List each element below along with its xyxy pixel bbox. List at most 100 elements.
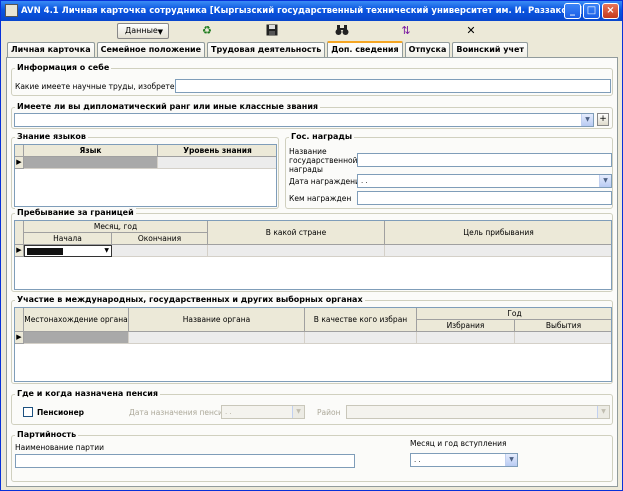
- maximize-button[interactable]: □: [583, 3, 600, 19]
- tab-panel: Информация о себе Какие имеете научные т…: [6, 57, 618, 487]
- col-language[interactable]: Язык: [24, 145, 158, 157]
- pensioner-label: Пенсионер: [37, 408, 85, 417]
- row-indicator-icon: ▶: [15, 245, 24, 257]
- tab-additional-info[interactable]: Доп. сведения: [327, 41, 403, 58]
- location-cell[interactable]: [24, 332, 129, 344]
- award-date-label: Дата награждения: [289, 177, 365, 186]
- languages-title: Знание языков: [15, 132, 88, 141]
- bodies-group: Участие в международных, государственных…: [11, 295, 613, 384]
- close-icon[interactable]: ✕: [464, 24, 478, 38]
- app-icon: [5, 4, 18, 17]
- abroad-group: Пребывание за границей Месяц, год Начала…: [11, 208, 613, 292]
- title-bar: AVN 4.1 Личная карточка сотрудника [Кырг…: [1, 1, 622, 21]
- col-retired[interactable]: Выбытия: [515, 320, 611, 332]
- rank-group: Имеете ли вы дипломатический ранг или ин…: [11, 102, 613, 129]
- body-name-cell[interactable]: [129, 332, 305, 344]
- grid-corner: [15, 145, 24, 157]
- party-group: Партийность Наименование партии Месяц и …: [11, 430, 613, 482]
- binoculars-icon[interactable]: [335, 24, 349, 38]
- chevron-down-icon[interactable]: ▼: [505, 454, 517, 466]
- awards-title: Гос. награды: [289, 132, 355, 141]
- purpose-cell[interactable]: [385, 245, 611, 257]
- col-end[interactable]: Окончания: [112, 233, 208, 245]
- grid-corner: [15, 221, 24, 245]
- chevron-down-icon[interactable]: ▼: [292, 406, 304, 418]
- district-select[interactable]: ▼: [346, 405, 610, 419]
- start-date-picker[interactable]: ▼: [24, 245, 112, 257]
- award-date-value: . .: [361, 177, 368, 185]
- award-date-picker[interactable]: . . ▼: [357, 174, 612, 188]
- awarded-by-label: Кем награжден: [289, 194, 352, 203]
- tab-military-record[interactable]: Воинский учет: [452, 42, 529, 57]
- col-country[interactable]: В какой стране: [208, 221, 385, 245]
- languages-grid[interactable]: Язык Уровень знания ▶: [14, 144, 277, 207]
- chevron-down-icon[interactable]: ▼: [104, 246, 109, 256]
- party-title: Партийность: [15, 430, 79, 439]
- award-name-label: Название государственной награды: [289, 147, 358, 174]
- retired-cell[interactable]: [515, 332, 611, 344]
- col-body-name[interactable]: Название органа: [129, 308, 305, 332]
- col-role[interactable]: В качестве кого избран: [305, 308, 417, 332]
- chevron-down-icon[interactable]: ▼: [597, 406, 609, 418]
- pension-date-value: . .: [225, 408, 232, 416]
- tab-family-status[interactable]: Семейное положение: [96, 42, 206, 57]
- toolbar: Данные ▼ ♻ ⇅ ✕: [1, 21, 622, 43]
- chevron-down-icon[interactable]: ▼: [599, 175, 611, 187]
- window-title: AVN 4.1 Личная карточка сотрудника [Кырг…: [21, 6, 583, 16]
- col-start[interactable]: Начала: [24, 233, 112, 245]
- languages-group: Знание языков Язык Уровень знания ▶: [11, 132, 279, 209]
- works-input[interactable]: [175, 79, 611, 93]
- district-label: Район: [317, 408, 341, 417]
- rank-select[interactable]: ▼: [14, 113, 594, 127]
- close-window-button[interactable]: ×: [602, 3, 619, 19]
- about-group: Информация о себе Какие имеете научные т…: [11, 63, 613, 96]
- end-date-cell[interactable]: [112, 245, 208, 257]
- about-title: Информация о себе: [15, 63, 112, 72]
- row-indicator-icon: ▶: [15, 332, 24, 344]
- party-name-input[interactable]: [15, 454, 355, 468]
- refresh-icon[interactable]: ♻: [200, 24, 214, 38]
- works-label: Какие имеете научные труды, изобретения:: [15, 82, 192, 91]
- join-date-value: . .: [414, 456, 421, 464]
- data-menu-label: Данные: [125, 26, 158, 35]
- abroad-grid[interactable]: Месяц, год Начала Окончания В какой стра…: [14, 220, 612, 290]
- chevron-down-icon[interactable]: ▼: [581, 114, 593, 126]
- pension-date-picker[interactable]: . . ▼: [221, 405, 305, 419]
- col-purpose[interactable]: Цель прибывания: [385, 221, 611, 245]
- tab-vacations[interactable]: Отпуска: [404, 42, 451, 57]
- col-year[interactable]: Год: [417, 308, 611, 320]
- bodies-title: Участие в международных, государственных…: [15, 295, 365, 304]
- pension-group: Где и когда назначена пенсия Пенсионер Д…: [11, 389, 613, 425]
- main-window: AVN 4.1 Личная карточка сотрудника [Кырг…: [0, 0, 623, 491]
- elected-cell[interactable]: [417, 332, 515, 344]
- abroad-title: Пребывание за границей: [15, 208, 136, 217]
- country-cell[interactable]: [208, 245, 385, 257]
- start-date-selection: [27, 248, 63, 255]
- level-cell[interactable]: [158, 157, 276, 169]
- data-menu-button[interactable]: Данные ▼: [117, 23, 169, 39]
- tab-personal-card[interactable]: Личная карточка: [7, 42, 95, 57]
- pensioner-checkbox[interactable]: [23, 407, 33, 417]
- join-date-label: Месяц и год вступления: [410, 439, 507, 448]
- join-date-picker[interactable]: . . ▼: [410, 453, 518, 467]
- col-month-year[interactable]: Месяц, год: [24, 221, 208, 233]
- bodies-grid[interactable]: Местонахождение органа Название органа В…: [14, 307, 612, 382]
- add-rank-button[interactable]: +: [597, 113, 609, 126]
- role-cell[interactable]: [305, 332, 417, 344]
- col-level[interactable]: Уровень знания: [158, 145, 276, 157]
- tab-bar: Личная карточка Семейное положение Трудо…: [7, 41, 529, 58]
- minimize-button[interactable]: _: [564, 3, 581, 19]
- award-name-input[interactable]: [357, 153, 612, 167]
- col-location[interactable]: Местонахождение органа: [24, 308, 129, 332]
- awarded-by-input[interactable]: [357, 191, 612, 205]
- col-elected[interactable]: Избрания: [417, 320, 515, 332]
- filter-sort-icon[interactable]: ⇅: [399, 24, 413, 38]
- pension-date-label: Дата назначения пенсии: [129, 408, 228, 417]
- pension-title: Где и когда назначена пенсия: [15, 389, 161, 398]
- party-name-label: Наименование партии: [15, 443, 105, 452]
- rank-title: Имеете ли вы дипломатический ранг или ин…: [15, 102, 321, 111]
- chevron-down-icon: ▼: [157, 28, 163, 36]
- language-cell[interactable]: [24, 157, 158, 169]
- tab-work-history[interactable]: Трудовая деятельность: [207, 42, 326, 57]
- save-icon[interactable]: [265, 24, 279, 38]
